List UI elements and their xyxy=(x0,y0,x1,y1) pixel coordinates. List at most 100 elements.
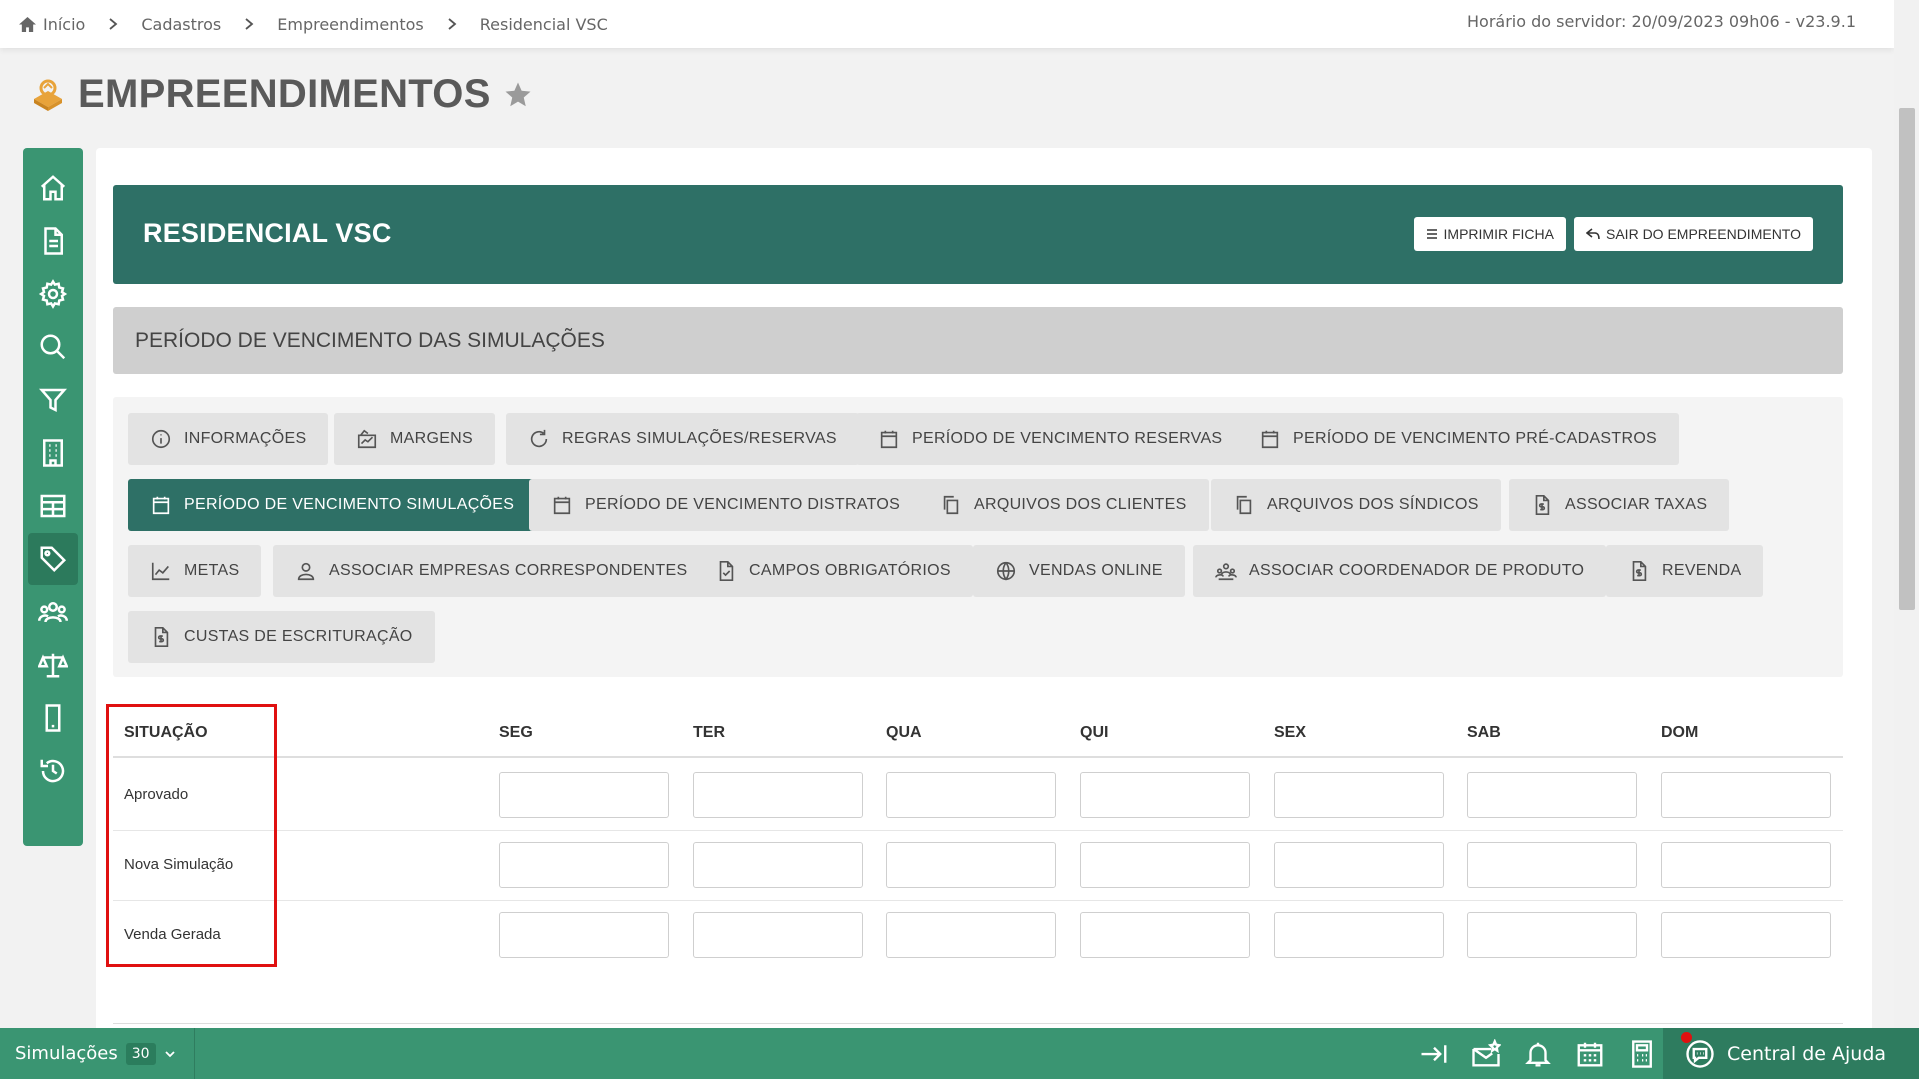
tab-revenda[interactable]: REVENDA xyxy=(1606,545,1764,597)
tab-vendas-online[interactable]: VENDAS ONLINE xyxy=(973,545,1185,597)
print-sheet-button[interactable]: IMPRIMIR FICHA xyxy=(1413,217,1566,251)
nova-simulacao-dom-input[interactable] xyxy=(1661,842,1831,888)
column-header-sex: SEX xyxy=(1274,724,1307,741)
nav-history[interactable] xyxy=(28,745,78,797)
calendar-icon xyxy=(152,496,170,515)
tab-label: METAS xyxy=(184,562,240,579)
header-divider xyxy=(113,756,1843,758)
venda-gerada-sab-input[interactable] xyxy=(1467,912,1637,958)
simulations-dropdown[interactable]: Simulações 30 xyxy=(0,1028,195,1079)
nova-simulacao-sex-input[interactable] xyxy=(1274,842,1444,888)
filter-icon xyxy=(38,388,68,413)
nav-mobile[interactable] xyxy=(28,692,78,744)
help-center-button[interactable]: Central de Ajuda xyxy=(1663,1028,1919,1079)
nova-simulacao-sab-input[interactable] xyxy=(1467,842,1637,888)
nav-scale[interactable] xyxy=(28,639,78,691)
venda-gerada-seg-input[interactable] xyxy=(499,912,669,958)
breadcrumb: Início Cadastros Empreendimentos Residen… xyxy=(0,15,608,34)
aprovado-ter-input[interactable] xyxy=(693,772,863,818)
home-icon xyxy=(40,175,66,201)
nova-simulacao-seg-input[interactable] xyxy=(499,842,669,888)
venda-gerada-sex-input[interactable] xyxy=(1274,912,1444,958)
breadcrumb-cadastros[interactable]: Cadastros xyxy=(141,15,221,34)
nav-building[interactable] xyxy=(28,427,78,479)
calculator-icon xyxy=(1632,1039,1652,1068)
tab-metas[interactable]: METAS xyxy=(128,545,262,597)
tab-arquivos-sindicos[interactable]: ARQUIVOS DOS SÍNDICOS xyxy=(1211,479,1501,531)
reply-arrow-icon xyxy=(1586,228,1600,240)
aprovado-sab-input[interactable] xyxy=(1467,772,1637,818)
list-icon xyxy=(1426,229,1437,239)
aprovado-qua-input[interactable] xyxy=(886,772,1056,818)
tab-custas-escrituracao[interactable]: CUSTAS DE ESCRITURAÇÃO xyxy=(128,611,435,663)
venda-gerada-qui-input[interactable] xyxy=(1080,912,1250,958)
breadcrumb-empreendimentos[interactable]: Empreendimentos xyxy=(277,15,423,34)
tab-label: ASSOCIAR COORDENADOR DE PRODUTO xyxy=(1249,562,1585,579)
tab-vencimento-distratos[interactable]: PERÍODO DE VENCIMENTO DISTRATOS xyxy=(529,479,923,531)
help-notification-dot xyxy=(1681,1032,1692,1043)
aprovado-seg-input[interactable] xyxy=(499,772,669,818)
chevron-right-icon xyxy=(448,18,457,30)
tab-label: MARGENS xyxy=(390,430,473,447)
nav-users[interactable] xyxy=(28,586,78,638)
nav-search[interactable] xyxy=(28,321,78,373)
venda-gerada-qua-input[interactable] xyxy=(886,912,1056,958)
tab-label: ARQUIVOS DOS CLIENTES xyxy=(974,496,1187,513)
venda-gerada-dom-input[interactable] xyxy=(1661,912,1831,958)
collapse-right-button[interactable] xyxy=(1419,1039,1449,1069)
venda-gerada-ter-input[interactable] xyxy=(693,912,863,958)
page-scrollbar[interactable] xyxy=(1894,0,1919,1028)
nav-tag[interactable] xyxy=(28,533,78,585)
scrollbar-thumb[interactable] xyxy=(1899,108,1915,610)
calculator-button[interactable] xyxy=(1627,1039,1657,1069)
tab-campos-obrigatorios[interactable]: CAMPOS OBRIGATÓRIOS xyxy=(693,545,973,597)
tab-label: CAMPOS OBRIGATÓRIOS xyxy=(749,562,951,579)
home-icon xyxy=(19,16,36,32)
aprovado-qui-input[interactable] xyxy=(1080,772,1250,818)
nav-table[interactable] xyxy=(28,480,78,532)
user-icon xyxy=(297,562,315,581)
tab-associar-taxas[interactable]: ASSOCIAR TAXAS xyxy=(1509,479,1730,531)
copy-icon xyxy=(1236,495,1252,515)
messages-button[interactable] xyxy=(1471,1037,1502,1069)
section-title: PERÍODO DE VENCIMENTO DAS SIMULAÇÕES xyxy=(113,307,1843,374)
tab-vencimento-reservas[interactable]: PERÍODO DE VENCIMENTO RESERVAS xyxy=(856,413,1245,465)
tabs-panel: INFORMAÇÕES MARGENS REGRAS SIMULAÇÕES/RE… xyxy=(113,397,1843,677)
nova-simulacao-qua-input[interactable] xyxy=(886,842,1056,888)
exit-project-button[interactable]: SAIR DO EMPREENDIMENTO xyxy=(1574,217,1813,251)
aprovado-dom-input[interactable] xyxy=(1661,772,1831,818)
nova-simulacao-ter-input[interactable] xyxy=(693,842,863,888)
aprovado-sex-input[interactable] xyxy=(1274,772,1444,818)
tab-vencimento-simulacoes[interactable]: PERÍODO DE VENCIMENTO SIMULAÇÕES xyxy=(128,479,537,531)
favorite-star-icon[interactable] xyxy=(503,80,533,110)
search-icon xyxy=(40,334,66,360)
tab-margens[interactable]: MARGENS xyxy=(334,413,495,465)
nav-documents[interactable] xyxy=(28,215,78,267)
dollar-file-icon xyxy=(1535,495,1550,515)
tab-arquivos-clientes[interactable]: ARQUIVOS DOS CLIENTES xyxy=(918,479,1209,531)
breadcrumb-home[interactable]: Início xyxy=(18,15,85,34)
tab-label: REGRAS SIMULAÇÕES/RESERVAS xyxy=(562,430,837,447)
calendar-button[interactable] xyxy=(1575,1039,1605,1069)
team-icon xyxy=(1215,563,1237,581)
copy-icon xyxy=(943,495,959,515)
check-file-icon xyxy=(719,561,734,581)
bell-icon xyxy=(1525,1042,1551,1066)
tab-label: ASSOCIAR TAXAS xyxy=(1565,496,1708,513)
tab-regras[interactable]: REGRAS SIMULAÇÕES/RESERVAS xyxy=(506,413,859,465)
nav-filter[interactable] xyxy=(28,374,78,426)
calendar-icon xyxy=(880,430,898,449)
tab-associar-coordenador[interactable]: ASSOCIAR COORDENADOR DE PRODUTO xyxy=(1193,545,1607,597)
tab-label: CUSTAS DE ESCRITURAÇÃO xyxy=(184,628,413,645)
notifications-button[interactable] xyxy=(1523,1039,1553,1069)
nav-home[interactable] xyxy=(28,162,78,214)
tab-informacoes[interactable]: INFORMAÇÕES xyxy=(128,413,329,465)
simulations-count-badge: 30 xyxy=(125,1042,156,1065)
chevron-right-icon xyxy=(109,18,118,30)
row-divider xyxy=(113,830,1843,831)
line-chart-icon xyxy=(151,562,170,581)
nav-settings[interactable] xyxy=(28,268,78,320)
tab-vencimento-pre-cadastros[interactable]: PERÍODO DE VENCIMENTO PRÉ-CADASTROS xyxy=(1237,413,1680,465)
tab-associar-empresas[interactable]: ASSOCIAR EMPRESAS CORRESPONDENTES xyxy=(273,545,710,597)
nova-simulacao-qui-input[interactable] xyxy=(1080,842,1250,888)
